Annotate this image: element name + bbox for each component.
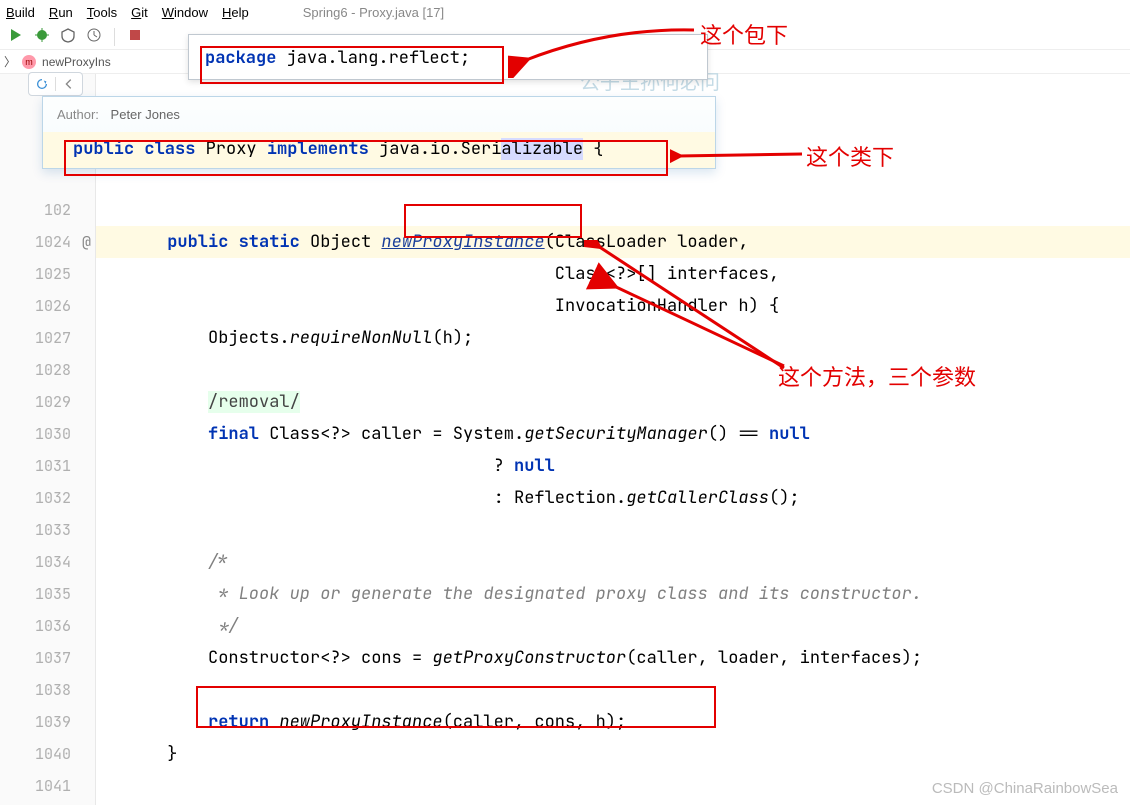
- class-signature: public class Proxy implements java.io.Se…: [43, 132, 715, 168]
- code-line: }: [96, 738, 1130, 770]
- breadcrumb-sep: 〉: [4, 53, 16, 70]
- line-number: 1029: [0, 386, 95, 418]
- code-line: final Class<?> caller = System.getSecuri…: [96, 418, 1130, 450]
- code-line: Class<?>[] interfaces,: [96, 258, 1130, 290]
- menu-run[interactable]: Run: [49, 5, 73, 20]
- line-number: 1039: [0, 706, 95, 738]
- editor[interactable]: 102 1024@ 1025 1026 1027 1028 1029 1030 …: [0, 74, 1130, 805]
- menu-git[interactable]: Git: [131, 5, 148, 20]
- method-link[interactable]: newProxyInstance: [381, 231, 544, 253]
- line-number: 1038: [0, 674, 95, 706]
- line-number: 1040: [0, 738, 95, 770]
- code-line: public static Object newProxyInstance(Cl…: [96, 226, 1130, 258]
- line-number: 1025: [0, 258, 95, 290]
- author-row: Author: Peter Jones: [53, 103, 705, 132]
- window-title: Spring6 - Proxy.java [17]: [303, 5, 444, 20]
- line-number: 102: [0, 194, 95, 226]
- menu-bar: Build Run Tools Git Window Help Spring6 …: [0, 0, 1130, 24]
- override-gutter-icon[interactable]: @: [82, 226, 91, 258]
- code-line: Constructor<?> cons = getProxyConstructo…: [96, 642, 1130, 674]
- annotation-text-3: 这个方法，三个参数: [778, 360, 976, 392]
- menu-build[interactable]: Build: [6, 5, 35, 20]
- menu-window[interactable]: Window: [162, 5, 208, 20]
- line-number: 1035: [0, 578, 95, 610]
- breadcrumb-method[interactable]: newProxyIns: [42, 55, 111, 69]
- code-line: Objects.requireNonNull(h);: [96, 322, 1130, 354]
- package-path: java.lang.reflect;: [276, 47, 470, 69]
- coverage-icon[interactable]: [60, 27, 76, 46]
- line-number: 1033: [0, 514, 95, 546]
- line-number: 1037: [0, 642, 95, 674]
- kw-package: package: [205, 47, 276, 69]
- editor-tab-strip[interactable]: [28, 72, 83, 96]
- stop-icon[interactable]: [127, 27, 143, 46]
- line-number: 1032: [0, 482, 95, 514]
- refresh-icon[interactable]: [35, 77, 49, 91]
- quickdoc-package-popup: package java.lang.reflect;: [188, 34, 708, 80]
- code-line: : Reflection.getCallerClass();: [96, 482, 1130, 514]
- line-number: 1036: [0, 610, 95, 642]
- author-name: Peter Jones: [111, 107, 180, 122]
- code-line: */: [96, 610, 1130, 642]
- line-number: 1028: [0, 354, 95, 386]
- annotation-text-1: 这个包下: [700, 18, 788, 50]
- menu-help[interactable]: Help: [222, 5, 249, 20]
- line-number: 1034: [0, 546, 95, 578]
- line-number: 1026: [0, 290, 95, 322]
- line-number: 1027: [0, 322, 95, 354]
- code-line: ? null: [96, 450, 1130, 482]
- code-line: [96, 674, 1130, 706]
- annotation-text-2: 这个类下: [806, 140, 894, 172]
- code-area[interactable]: public static Object newProxyInstance(Cl…: [96, 74, 1130, 805]
- bug-icon[interactable]: [34, 27, 50, 46]
- code-line: [96, 514, 1130, 546]
- quickdoc-class-popup: Author: Peter Jones public class Proxy i…: [42, 96, 716, 169]
- gutter: 102 1024@ 1025 1026 1027 1028 1029 1030 …: [0, 74, 96, 805]
- line-number: 1031: [0, 450, 95, 482]
- code-line: InvocationHandler h) {: [96, 290, 1130, 322]
- line-number: 1041: [0, 770, 95, 802]
- play-icon[interactable]: [8, 27, 24, 46]
- line-number: 1024@: [0, 226, 95, 258]
- method-badge-icon: m: [22, 55, 36, 69]
- profile-icon[interactable]: [86, 27, 102, 46]
- menu-tools[interactable]: Tools: [87, 5, 117, 20]
- author-label: Author:: [57, 107, 99, 122]
- csdn-watermark: CSDN @ChinaRainbowSea: [932, 780, 1118, 797]
- code-line: /*: [96, 546, 1130, 578]
- code-line: * Look up or generate the designated pro…: [96, 578, 1130, 610]
- code-line: return newProxyInstance(caller, cons, h)…: [96, 706, 1130, 738]
- line-number: 1030: [0, 418, 95, 450]
- divider: [55, 77, 56, 91]
- code-line: [96, 194, 1130, 226]
- chevron-left-icon[interactable]: [62, 77, 76, 91]
- toolbar-separator: [114, 28, 115, 46]
